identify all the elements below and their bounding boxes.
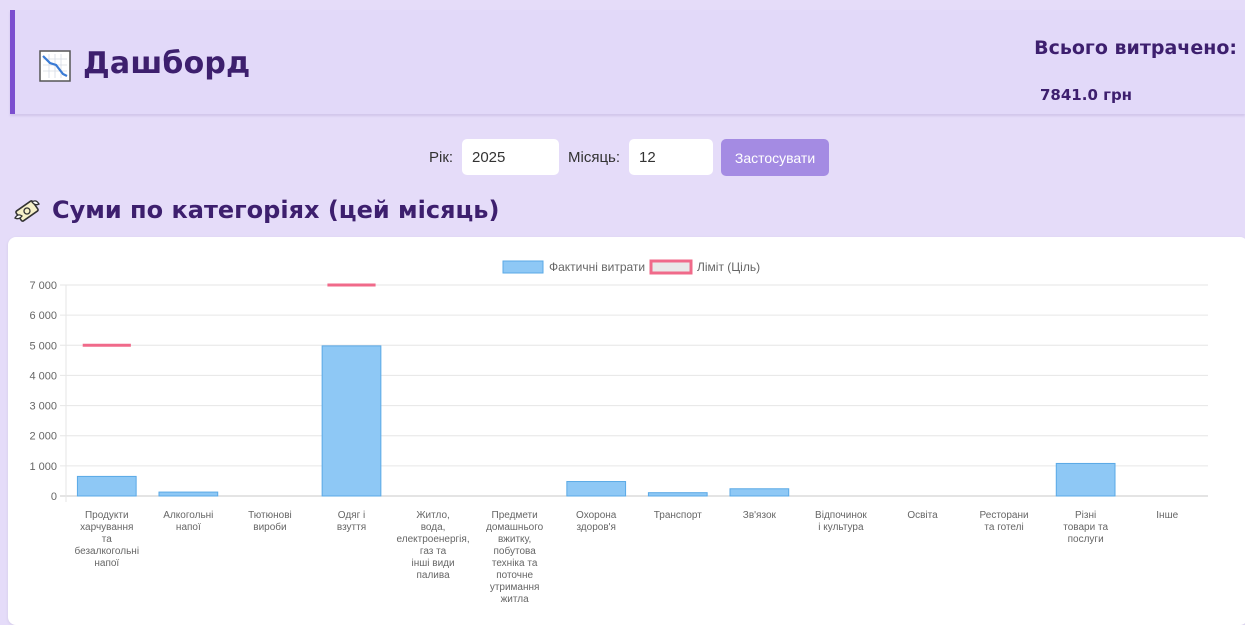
page-title: Дашборд xyxy=(83,46,251,81)
legend-label-limit: Ліміт (Ціль) xyxy=(697,260,760,274)
bar xyxy=(1055,462,1116,497)
section-title: Суми по категоріях (цей місяць) xyxy=(52,196,500,224)
bar xyxy=(321,345,382,497)
legend-label-actual: Фактичні витрати xyxy=(549,260,645,274)
x-tick-label: Одяг і взуття xyxy=(337,510,366,533)
x-tick-label: Відпочинок і культура xyxy=(815,510,867,533)
bar xyxy=(729,488,790,497)
bar xyxy=(566,481,627,497)
bar xyxy=(76,475,137,497)
filter-bar: Рік: Місяць: Застосувати xyxy=(0,139,1245,177)
total-spent-value: 7841.0 грн xyxy=(1040,86,1133,104)
x-tick-label: Алкогольні напої xyxy=(163,510,213,533)
total-spent-label: Всього витрачено: xyxy=(1034,37,1237,59)
y-tick-label: 0 xyxy=(51,491,57,503)
x-tick-label: Охорона здоров'я xyxy=(576,510,617,533)
x-tick-label: Транспорт xyxy=(654,510,703,521)
y-tick-label: 5 000 xyxy=(29,340,57,352)
dashboard-header: Дашборд Всього витрачено: 7841.0 грн xyxy=(10,10,1245,114)
y-tick-label: 4 000 xyxy=(29,370,57,382)
chart-card: 0 1 000 2 000 3 000 4 000 5 000 6 000 7 000 Прод… xyxy=(8,237,1245,625)
chart-decreasing-icon xyxy=(39,50,71,82)
year-label: Рік: xyxy=(429,149,454,166)
money-with-wings-icon xyxy=(14,200,40,222)
apply-button[interactable]: Застосувати xyxy=(721,139,829,176)
x-tick-label: Ресторани та готелі xyxy=(980,510,1029,533)
x-tick-label: Різні товари та послуги xyxy=(1063,510,1108,545)
y-tick-label: 2 000 xyxy=(29,431,57,443)
month-label: Місяць: xyxy=(568,149,621,166)
bar xyxy=(158,491,219,497)
x-tick-label: Зв'язок xyxy=(743,510,777,521)
legend-swatch-actual xyxy=(502,260,544,274)
x-tick-label: Продукти харчування та безалкогольні напої xyxy=(75,510,140,569)
x-tick-label: Інше xyxy=(1156,510,1178,521)
y-tick-label: 1 000 xyxy=(29,461,57,473)
category-sums-chart: 0 1 000 2 000 3 000 4 000 5 000 6 000 7 000 Прод… xyxy=(29,259,1208,605)
y-tick-label: 7 000 xyxy=(29,280,57,292)
year-input[interactable] xyxy=(462,139,559,175)
x-tick-label: Освіта xyxy=(907,510,938,521)
x-tick-label: Тютюнові вироби xyxy=(248,510,292,533)
month-input[interactable] xyxy=(629,139,713,175)
y-tick-label: 6 000 xyxy=(29,310,57,322)
legend-swatch-limit xyxy=(649,259,693,275)
y-tick-label: 3 000 xyxy=(29,401,57,413)
x-tick-label: Житло, вода, електроенергія, газ та інші вид… xyxy=(397,510,470,581)
x-tick-label: Предмети домашнього вжитку, побутова техніка… xyxy=(486,510,544,605)
bar xyxy=(647,492,708,497)
